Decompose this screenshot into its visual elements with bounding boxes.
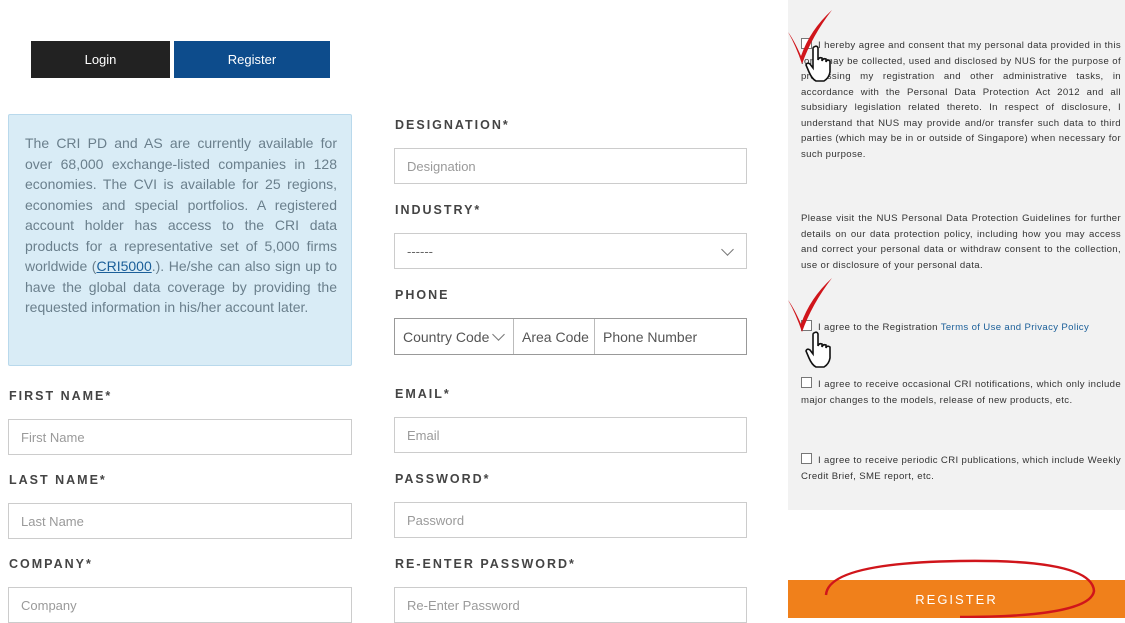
terms-paragraph: I agree to the Registration Terms of Use… [801,320,1121,336]
phone-label: PHONE [395,288,450,302]
phone-fields: Country Code Area Code Phone Number [394,318,747,355]
reenter-password-label: RE-ENTER PASSWORD* [395,557,576,571]
notifications-text: I agree to receive occasional CRI notifi… [801,379,1121,406]
first-name-label: FIRST NAME* [9,389,113,403]
designation-label: DESIGNATION* [395,118,510,132]
company-label: COMPANY* [9,557,93,571]
password-input[interactable] [394,502,747,538]
industry-value: ------ [407,243,433,259]
email-input[interactable] [394,417,747,453]
info-text: The CRI PD and AS are currently availabl… [25,135,337,274]
register-button[interactable]: REGISTER [788,580,1125,618]
privacy-guidelines-paragraph: Please visit the NUS Personal Data Prote… [801,213,1121,271]
chevron-down-icon [721,242,734,256]
consent-text: I hereby agree and consent that my perso… [801,40,1121,160]
phone-number-input[interactable]: Phone Number [595,319,746,354]
notifications-paragraph: I agree to receive occasional CRI notifi… [801,377,1121,408]
publications-paragraph: I agree to receive periodic CRI publicat… [801,453,1121,484]
notifications-checkbox[interactable] [801,377,812,388]
publications-checkbox[interactable] [801,453,812,464]
first-name-input[interactable] [8,419,352,455]
terms-text: I agree to the Registration [818,322,941,333]
email-label: EMAIL* [395,387,451,401]
terms-checkbox[interactable] [801,320,812,331]
publications-text: I agree to receive periodic CRI publicat… [801,455,1121,482]
industry-select[interactable]: ------ [394,233,747,269]
login-tab[interactable]: Login [31,41,170,78]
phone-number-placeholder: Phone Number [603,328,698,345]
cri5000-link[interactable]: CRI5000 [96,258,151,274]
area-code-input[interactable]: Area Code [514,319,595,354]
country-code-value: Country Code [403,328,490,345]
chevron-down-icon [492,328,505,341]
consent-checkbox[interactable] [801,38,812,49]
designation-input[interactable] [394,148,747,184]
terms-link[interactable]: Terms of Use and Privacy Policy [941,322,1089,333]
country-code-select[interactable]: Country Code [395,319,514,354]
last-name-input[interactable] [8,503,352,539]
password-label: PASSWORD* [395,472,491,486]
consent-data-paragraph: I hereby agree and consent that my perso… [801,38,1121,162]
info-box: The CRI PD and AS are currently availabl… [8,114,352,366]
industry-label: INDUSTRY* [395,203,482,217]
area-code-placeholder: Area Code [522,328,589,345]
register-tab[interactable]: Register [174,41,330,78]
last-name-label: LAST NAME* [9,473,107,487]
